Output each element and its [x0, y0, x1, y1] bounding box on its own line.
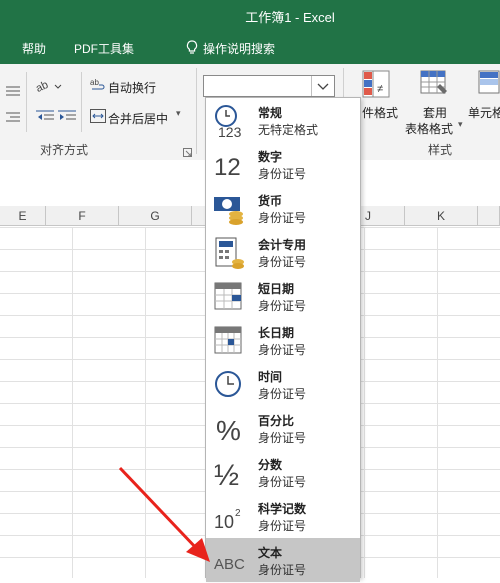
red-arrow-annotation: [118, 466, 210, 562]
